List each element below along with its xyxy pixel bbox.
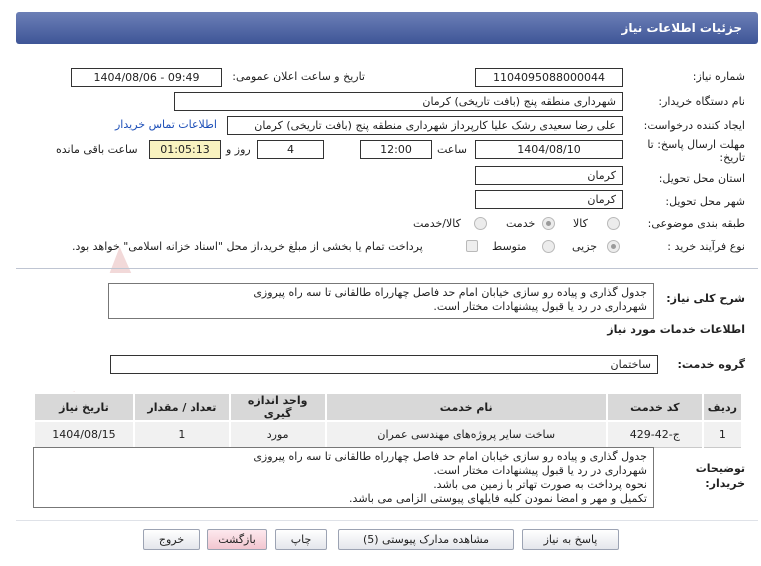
buyer-notes-label: توضیحات xyxy=(695,462,745,475)
buyer-name-field: شهرداری منطقه پنج (بافت تاریخی) کرمان xyxy=(174,92,623,111)
col-service-code: کد خدمت xyxy=(605,392,704,422)
description-textarea: جدول گذاری و پیاده رو سازی خیابان امام ح… xyxy=(108,283,654,319)
process-radio-minor[interactable] xyxy=(607,240,620,253)
service-group-field: ساختمان xyxy=(110,355,658,374)
category-radio-goods[interactable] xyxy=(607,217,620,230)
print-button[interactable]: چاپ xyxy=(275,529,327,550)
notes-line: شهرداری در رد یا قبول پیشنهادات مختار اس… xyxy=(433,464,647,477)
description-line: شهرداری در رد یا قبول پیشنهادات مختار اس… xyxy=(433,300,647,313)
deadline-label: مهلت ارسال پاسخ: تا xyxy=(647,138,745,151)
cell-quantity: 1 xyxy=(132,420,231,448)
category-option-service: خدمت xyxy=(506,217,536,230)
category-option-goods-service: کالا/خدمت xyxy=(413,217,461,230)
cell-service-code: ج-42-429 xyxy=(605,420,704,448)
remaining-time-field: 01:05:13 xyxy=(149,140,221,159)
category-option-goods: کالا xyxy=(573,217,588,230)
cell-row: 1 xyxy=(701,420,744,448)
exit-button[interactable]: خروج xyxy=(143,529,200,550)
process-option-minor: جزیی xyxy=(572,240,598,253)
process-label: نوع فرآیند خرید : xyxy=(667,240,745,253)
province-field: کرمان xyxy=(475,166,623,185)
table-header-row: ردیف کد خدمت نام خدمت واحد اندازه گیری ت… xyxy=(33,392,744,422)
col-row: ردیف xyxy=(701,392,744,422)
category-label: طبقه بندی موضوعی: xyxy=(647,217,745,230)
services-section-title: اطلاعات خدمات مورد نیاز xyxy=(607,323,745,336)
description-line: جدول گذاری و پیاده رو سازی خیابان امام ح… xyxy=(253,286,647,299)
creator-field: علی رضا سعیدی رشک علیا کارپرداز شهرداری … xyxy=(227,116,623,135)
notes-line: تکمیل و مهر و امضا نمودن کلیه فایلهای پی… xyxy=(349,492,647,505)
remaining-days-field: 4 xyxy=(257,140,324,159)
page-title: جزئیات اطلاعات نیاز xyxy=(621,21,742,35)
buyer-name-label: نام دستگاه خریدار: xyxy=(658,95,745,108)
process-radio-medium[interactable] xyxy=(542,240,555,253)
cell-need-date: 1404/08/15 xyxy=(33,420,135,448)
deadline-date-field: 1404/08/10 xyxy=(475,140,623,159)
buyer-notes-textarea: جدول گذاری و پیاده رو سازی خیابان امام ح… xyxy=(33,447,654,508)
treasury-payment-checkbox[interactable] xyxy=(466,240,478,252)
category-radio-goods-service[interactable] xyxy=(474,217,487,230)
deadline-label-date: تاریخ: xyxy=(719,151,745,164)
notes-line: نحوه پرداخت به صورت تهاتر با زمین می باش… xyxy=(433,478,647,491)
description-label: شرح کلی نیاز: xyxy=(666,292,745,305)
province-label: استان محل تحویل: xyxy=(658,172,745,185)
divider xyxy=(16,268,758,269)
col-service-name: نام خدمت xyxy=(324,392,608,422)
buyer-notes-label-2: خریدار: xyxy=(705,477,745,490)
days-label: روز و xyxy=(226,143,251,156)
page-header: جزئیات اطلاعات نیاز xyxy=(16,12,758,44)
col-need-date: تاریخ نیاز xyxy=(33,392,135,422)
cell-service-name: ساخت سایر پروژه‌های مهندسی عمران xyxy=(324,420,608,448)
treasury-payment-note: پرداخت تمام یا بخشی از مبلغ خرید،از محل … xyxy=(72,240,423,253)
need-number-label: شماره نیاز: xyxy=(692,70,745,83)
col-unit: واحد اندازه گیری xyxy=(228,392,327,422)
notes-line: جدول گذاری و پیاده رو سازی خیابان امام ح… xyxy=(253,450,647,463)
remaining-time-label: ساعت باقی مانده xyxy=(56,143,138,156)
buyer-contact-link[interactable]: اطلاعات تماس خریدار xyxy=(115,118,217,131)
reply-button[interactable]: پاسخ به نیاز xyxy=(522,529,619,550)
service-group-label: گروه خدمت: xyxy=(677,358,745,371)
announce-date-label: تاریخ و ساعت اعلان عمومی: xyxy=(232,70,365,83)
services-table: ردیف کد خدمت نام خدمت واحد اندازه گیری ت… xyxy=(33,392,744,448)
cell-unit: مورد xyxy=(228,420,327,448)
divider xyxy=(16,520,758,521)
city-field: کرمان xyxy=(475,190,623,209)
city-label: شهر محل تحویل: xyxy=(665,195,745,208)
deadline-time-field: 12:00 xyxy=(360,140,432,159)
announce-date-field: 1404/08/06 - 09:49 xyxy=(71,68,222,87)
view-attachments-button[interactable]: مشاهده مدارک پیوستی (5) xyxy=(338,529,514,550)
need-number-field: 1104095088000044 xyxy=(475,68,623,87)
back-button[interactable]: بازگشت xyxy=(207,529,267,550)
deadline-hour-label: ساعت xyxy=(437,143,467,156)
process-option-medium: متوسط xyxy=(492,240,527,253)
table-row: 1 ج-42-429 ساخت سایر پروژه‌های مهندسی عم… xyxy=(33,420,744,448)
creator-label: ایجاد کننده درخواست: xyxy=(643,119,745,132)
category-radio-service[interactable] xyxy=(542,217,555,230)
col-quantity: تعداد / مقدار xyxy=(132,392,231,422)
